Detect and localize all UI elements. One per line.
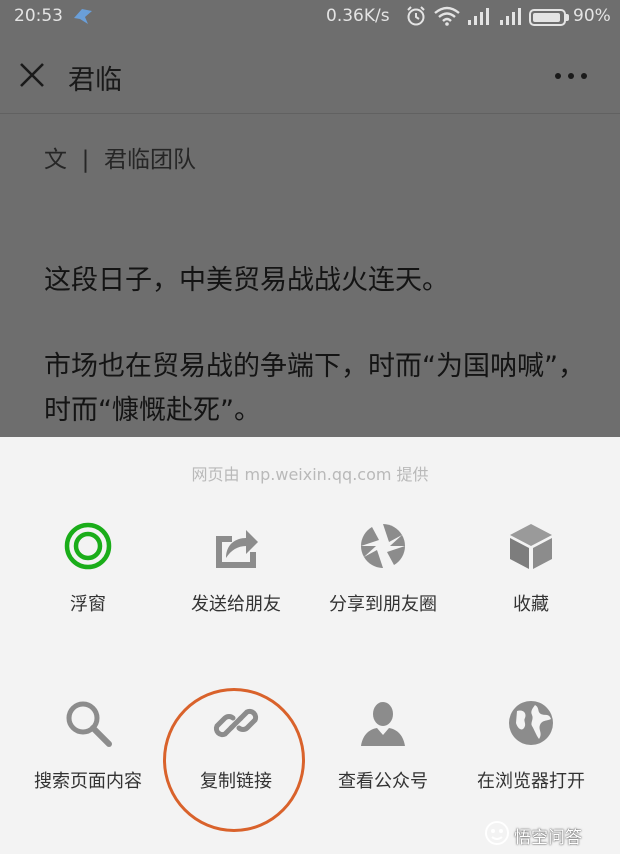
action-label: 发送给朋友 (191, 594, 281, 615)
action-label: 查看公众号 (338, 771, 428, 792)
share-to-moments-button[interactable]: 分享到朋友圈 (313, 522, 453, 632)
network-speed: 0.36K/s (326, 6, 390, 26)
search-page-button[interactable]: 搜索页面内容 (18, 699, 158, 809)
alarm-icon (405, 5, 427, 32)
app-notification-icon (72, 6, 94, 31)
view-official-account-button[interactable]: 查看公众号 (313, 699, 453, 809)
highlight-annotation-circle (163, 688, 305, 832)
wifi-icon (434, 6, 460, 31)
favorite-cube-icon (507, 522, 555, 570)
open-in-browser-button[interactable]: 在浏览器打开 (461, 699, 601, 809)
title-bar: 君临 (0, 44, 620, 114)
action-label: 在浏览器打开 (477, 771, 585, 792)
search-icon (64, 699, 112, 747)
floating-window-button[interactable]: 浮窗 (18, 522, 158, 632)
more-dots-icon (581, 73, 587, 79)
send-to-friend-button[interactable]: 发送给朋友 (166, 522, 306, 632)
share-sheet: 网页由 mp.weixin.qq.com 提供 浮窗 发送给朋友 分享到朋友圈 … (0, 437, 620, 854)
action-label: 收藏 (513, 594, 549, 615)
dimmed-article-overlay[interactable]: 20:53 0.36K/s 90% 君临 文 | 君临团队 这段日子，中美贸易战… (0, 0, 620, 437)
send-share-icon (212, 522, 260, 570)
wukong-logo-icon (485, 821, 509, 845)
more-options-button[interactable] (553, 68, 589, 82)
action-label: 分享到朋友圈 (329, 594, 437, 615)
battery-percent: 90% (573, 6, 611, 26)
watermark-text: 悟空问答 (514, 828, 582, 848)
globe-icon (507, 699, 555, 747)
signal-icon (498, 6, 522, 31)
status-bar: 20:53 0.36K/s 90% (0, 0, 620, 34)
status-time: 20:53 (14, 6, 63, 26)
provider-note: 网页由 mp.weixin.qq.com 提供 (191, 465, 429, 484)
close-icon (20, 63, 44, 87)
favorite-button[interactable]: 收藏 (461, 522, 601, 632)
action-label: 搜索页面内容 (34, 771, 142, 792)
floating-window-icon (64, 522, 112, 570)
watermark: 悟空问答 (484, 820, 614, 848)
more-dots-icon (568, 73, 574, 79)
article-paragraph: 这段日子，中美贸易战战火连天。 (44, 265, 449, 296)
article-body: 文 | 君临团队 这段日子，中美贸易战战火连天。 市场也在贸易战的争端下，时而“… (44, 140, 604, 426)
close-button[interactable] (16, 59, 48, 91)
battery-cap (566, 14, 569, 21)
more-dots-icon (555, 73, 561, 79)
page-title: 君临 (68, 65, 122, 96)
article-author-line: 文 | 君临团队 (44, 147, 196, 173)
action-label: 浮窗 (70, 594, 106, 615)
person-icon (359, 699, 407, 747)
moments-shutter-icon (359, 522, 407, 570)
signal-icon (466, 6, 490, 31)
article-paragraph: 市场也在贸易战的争端下，时而“为国呐喊”，时而“慷慨赴死”。 (44, 351, 585, 426)
battery-icon (529, 9, 566, 26)
